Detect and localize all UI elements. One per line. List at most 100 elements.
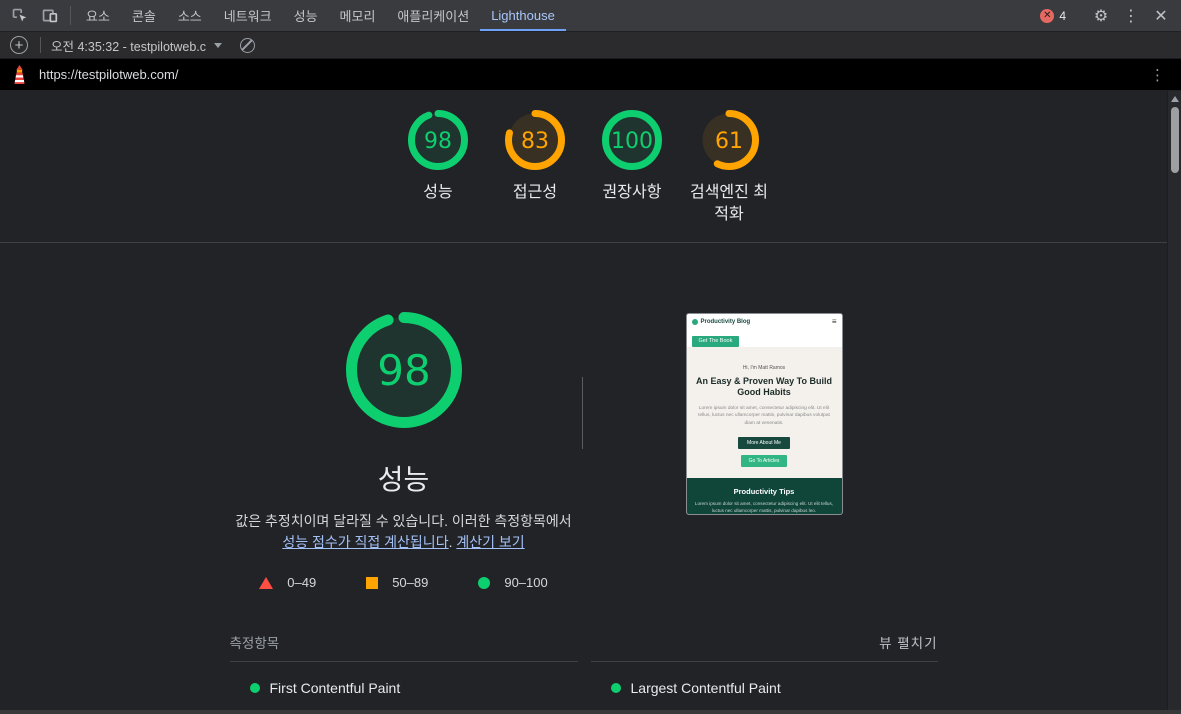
tabbar-right-controls: ✕ 4 ⚙ ⋮ ✕ <box>1032 0 1181 31</box>
link-separator: . <box>448 534 453 550</box>
score-legend: 0–49 50–89 90–100 <box>259 575 548 590</box>
thumb-tips-title: Productivity Tips <box>733 486 795 496</box>
clear-reports-icon[interactable] <box>240 37 256 53</box>
category-label: 권장사항 <box>602 184 662 201</box>
toolbar-divider <box>40 37 41 53</box>
thumb-articles-button: Go To Articles <box>740 454 788 467</box>
performance-gauge[interactable]: 98 <box>345 311 463 434</box>
report-url-bar: https://testpilotweb.com/ ⋮ <box>0 59 1181 90</box>
performance-section: 98 성능 값은 추정치이며 달라질 수 있습니다. 이러한 측정항목에서 성능… <box>229 243 938 710</box>
legend-range: 0–49 <box>287 575 317 590</box>
legend-item-fail: 0–49 <box>259 575 316 590</box>
metric-pass-icon <box>249 683 260 693</box>
devtools-menu-kebab-icon[interactable]: ⋮ <box>1117 3 1145 29</box>
category-accessibility[interactable]: 83 접근성 <box>487 109 584 204</box>
tested-url[interactable]: https://testpilotweb.com/ <box>39 67 178 82</box>
tabbar-left-icons <box>0 0 66 31</box>
svg-text:61: 61 <box>715 129 743 154</box>
description-text: 값은 추정치이며 달라질 수 있습니다. 이러한 측정항목에서 <box>235 513 572 529</box>
page-screenshot-thumbnail: Productivity Blog ≡ Get The Book Hi, I'm… <box>685 313 843 515</box>
tab-console[interactable]: 콘솔 <box>121 0 167 31</box>
tab-memory[interactable]: 메모리 <box>329 0 387 31</box>
thumb-header: Productivity Blog ≡ <box>686 314 842 329</box>
metric-cell-lcp: Largest Contentful Paint 1.0 초 <box>590 661 938 710</box>
settings-gear-icon[interactable]: ⚙ <box>1087 3 1115 29</box>
chevron-down-icon <box>214 42 223 48</box>
thumb-hero: Hi, I'm Matt Ramos An Easy & Proven Way … <box>686 347 842 478</box>
performance-description: 값은 추정치이며 달라질 수 있습니다. 이러한 측정항목에서 성능 점수가 직… <box>224 511 584 553</box>
console-error-badge[interactable]: ✕ 4 <box>1032 8 1074 23</box>
thumb-heading: An Easy & Proven Way To Build Good Habit… <box>695 376 833 398</box>
performance-score-column: 98 성능 값은 추정치이며 달라질 수 있습니다. 이러한 측정항목에서 성능… <box>230 311 578 590</box>
scroll-up-arrow-icon[interactable] <box>1170 96 1179 102</box>
devtools-window: 요소 콘솔 소스 네트워크 성능 메모리 애플리케이션 Lighthouse ✕ 4 ⚙ ⋮ … <box>0 0 1181 714</box>
expand-view-toggle[interactable]: 뷰 펼치기 <box>879 632 937 652</box>
lighthouse-report: 98 성능 83 접근성 100 권장사항 61 검색엔진 최적화 98 성능 값은 추… <box>0 90 1181 710</box>
performance-title: 성능 <box>377 464 430 495</box>
metrics-title: 측정항목 <box>229 636 280 651</box>
calculation-link[interactable]: 성능 점수가 직접 계산됩니다 <box>282 534 448 550</box>
report-menu-kebab-icon[interactable]: ⋮ <box>1144 66 1171 84</box>
metric-pass-icon <box>610 683 621 693</box>
thumb-body-text: Lorem ipsum dolor sit amet, consectetur … <box>698 405 830 426</box>
legend-range: 50–89 <box>392 575 429 590</box>
scrollbar-thumb[interactable] <box>1170 107 1179 173</box>
close-devtools-icon[interactable]: ✕ <box>1147 3 1175 29</box>
svg-text:100: 100 <box>611 129 653 154</box>
screenshot-column: Productivity Blog ≡ Get The Book Hi, I'm… <box>591 311 938 590</box>
fail-triangle-icon <box>259 576 274 589</box>
thumb-tips-section: Productivity Tips Lorem ipsum dolor sit … <box>686 477 842 514</box>
category-seo[interactable]: 61 검색엔진 최적화 <box>681 109 778 225</box>
pass-circle-icon <box>478 576 491 589</box>
tab-elements[interactable]: 요소 <box>75 0 121 31</box>
thumb-brand: Productivity Blog <box>691 318 751 325</box>
thumb-tips-body: Lorem ipsum dolor sit amet, consectetur … <box>694 500 834 513</box>
window-bottom-edge <box>0 710 1181 714</box>
category-label: 성능 <box>423 184 453 201</box>
devtools-tabbar: 요소 콘솔 소스 네트워크 성능 메모리 애플리케이션 Lighthouse ✕ 4 ⚙ ⋮ … <box>0 0 1181 32</box>
category-label: 검색엔진 최적화 <box>689 184 769 223</box>
category-best-practices[interactable]: 100 권장사항 <box>584 109 681 204</box>
metric-fcp: First Contentful Paint 0.8 초 <box>230 662 578 710</box>
report-selector-label: 오전 4:35:32 - testpilotweb.c <box>51 39 207 54</box>
new-report-button[interactable]: + <box>10 36 28 54</box>
category-label: 접근성 <box>512 184 558 201</box>
vertical-divider <box>581 377 583 449</box>
legend-range: 90–100 <box>504 575 548 590</box>
tab-lighthouse[interactable]: Lighthouse <box>480 0 566 31</box>
thumb-logo-icon <box>691 318 698 325</box>
metrics-header: 측정항목 뷰 펼치기 <box>230 632 938 652</box>
error-icon: ✕ <box>1040 8 1055 23</box>
category-performance[interactable]: 98 성능 <box>390 109 487 204</box>
device-toolbar-icon[interactable] <box>36 4 62 28</box>
metric-cell-fcp: First Contentful Paint 0.8 초 <box>229 661 578 710</box>
tab-sources[interactable]: 소스 <box>167 0 213 31</box>
svg-text:98: 98 <box>424 129 452 154</box>
metric-name-label: First Contentful Paint <box>269 680 401 696</box>
thumb-intro: Hi, I'm Matt Ramos <box>742 365 786 371</box>
tab-performance[interactable]: 성능 <box>283 0 329 31</box>
report-selector[interactable]: 오전 4:35:32 - testpilotweb.c <box>47 34 226 57</box>
svg-text:83: 83 <box>521 129 549 154</box>
tabbar-divider <box>70 6 71 25</box>
metric-lcp: Largest Contentful Paint 1.0 초 <box>591 662 938 710</box>
metrics-row: First Contentful Paint 0.8 초 Largest Con… <box>229 661 938 710</box>
metric-name-label: Largest Contentful Paint <box>630 680 781 696</box>
tab-application[interactable]: 애플리케이션 <box>386 0 480 31</box>
legend-item-pass: 90–100 <box>478 575 548 590</box>
svg-text:98: 98 <box>377 346 430 395</box>
thumb-brand-text: Productivity Blog <box>700 318 751 325</box>
inspect-element-icon[interactable] <box>6 4 32 28</box>
tab-network[interactable]: 네트워크 <box>213 0 283 31</box>
calculator-link[interactable]: 계산기 보기 <box>456 534 524 550</box>
thumb-about-button: More About Me <box>738 436 790 449</box>
thumb-hamburger-icon: ≡ <box>831 317 837 326</box>
lighthouse-logo-icon <box>14 65 25 84</box>
legend-item-average: 50–89 <box>366 575 428 590</box>
devtools-tabs: 요소 콘솔 소스 네트워크 성능 메모리 애플리케이션 Lighthouse <box>75 0 566 31</box>
lighthouse-toolbar: + 오전 4:35:32 - testpilotweb.c <box>0 32 1181 59</box>
category-scores: 98 성능 83 접근성 100 권장사항 61 검색엔진 최적화 <box>0 90 1167 242</box>
thumb-cta-button: Get The Book <box>691 335 740 347</box>
average-square-icon <box>366 576 379 589</box>
vertical-scrollbar[interactable] <box>1167 91 1181 710</box>
